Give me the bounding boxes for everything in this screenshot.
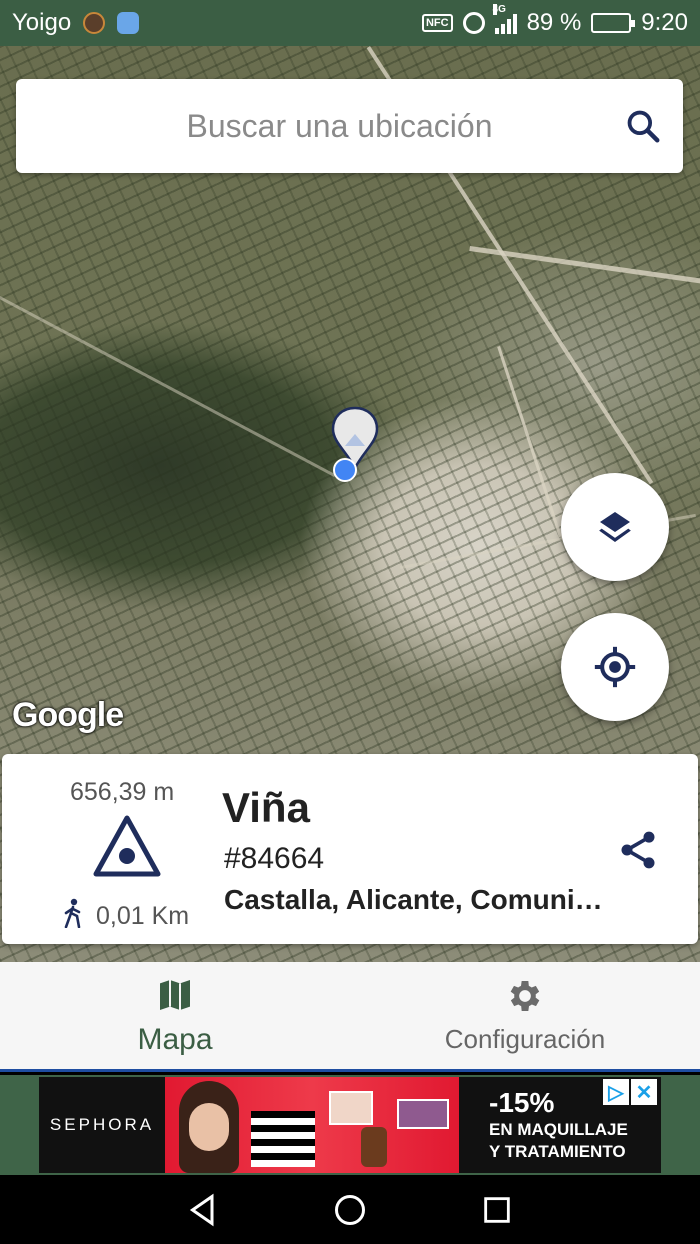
ad-text: -15% EN MAQUILLAJE Y TRATAMIENTO ▷ ✕: [459, 1077, 661, 1173]
recents-button[interactable]: [477, 1190, 517, 1230]
gear-icon: [510, 981, 540, 1011]
home-button[interactable]: [330, 1190, 370, 1230]
back-button[interactable]: [183, 1190, 223, 1230]
map-road: [469, 246, 700, 285]
current-location-dot: [333, 458, 357, 482]
layers-button[interactable]: [561, 473, 669, 581]
app-notification-icon: [83, 12, 106, 34]
map-road: [497, 346, 562, 538]
ad-content[interactable]: SEPHORA -15% EN MAQUILLAJE Y TRATAMIENTO…: [39, 1077, 661, 1173]
place-name: Viña: [222, 784, 310, 831]
google-attribution: Google: [12, 696, 124, 734]
tab-map[interactable]: Mapa: [0, 962, 350, 1069]
ad-close-icon[interactable]: ✕: [631, 1079, 657, 1105]
alarm-icon: [462, 12, 485, 34]
search-icon: [627, 110, 660, 143]
system-navigation-bar: [0, 1175, 700, 1244]
back-icon: [190, 1193, 214, 1226]
home-icon: [334, 1194, 365, 1225]
tab-settings-label: Configuración: [444, 1024, 606, 1054]
distance-value: 0,01 Km: [96, 902, 190, 930]
search-button[interactable]: [603, 86, 683, 166]
location-notification-icon: [117, 12, 140, 34]
tab-map-label: Mapa: [137, 1022, 213, 1056]
ad-line-2: Y TRATAMIENTO: [489, 1142, 626, 1161]
place-info-card[interactable]: 656,39 m 0,01 Km Viña #84664 Castalla, A…: [2, 754, 698, 944]
share-button[interactable]: [612, 824, 664, 876]
elevation-value: 656,39 m: [70, 778, 175, 806]
tab-settings[interactable]: Configuración: [350, 962, 700, 1069]
adchoices-icon[interactable]: ▷: [603, 1079, 629, 1105]
search-bar[interactable]: [16, 79, 683, 173]
summit-icon: [93, 815, 161, 877]
ad-image: [165, 1077, 459, 1173]
status-bar: Yoigo NFC 4G 89 % 9:20: [0, 0, 700, 46]
layers-icon: [599, 512, 631, 542]
place-id: #84664: [224, 842, 325, 875]
network-type: 4G: [492, 4, 506, 15]
carrier-name: Yoigo: [12, 9, 72, 36]
ad-line-1: EN MAQUILLAJE: [489, 1120, 628, 1139]
nfc-icon: NFC: [421, 14, 453, 32]
place-address: Castalla, Alicante, Comunidad Valenciana: [224, 884, 604, 915]
recents-icon: [483, 1196, 510, 1223]
crosshair-icon: [594, 646, 636, 688]
bottom-navigation: Mapa Configuración: [0, 962, 700, 1072]
my-location-button[interactable]: [561, 613, 669, 721]
battery-percent: 89 %: [526, 9, 582, 36]
map-road: [0, 296, 336, 478]
ad-banner[interactable]: SEPHORA -15% EN MAQUILLAJE Y TRATAMIENTO…: [0, 1075, 700, 1175]
search-input[interactable]: [16, 79, 603, 173]
walking-icon: [64, 898, 81, 928]
signal-icon: 4G: [492, 4, 517, 34]
ad-brand: SEPHORA: [49, 1115, 155, 1134]
ad-choices[interactable]: ▷ ✕: [603, 1079, 657, 1105]
battery-icon: [591, 13, 636, 33]
share-icon: [621, 831, 655, 869]
map-icon: [160, 979, 190, 1010]
clock: 9:20: [641, 9, 688, 36]
